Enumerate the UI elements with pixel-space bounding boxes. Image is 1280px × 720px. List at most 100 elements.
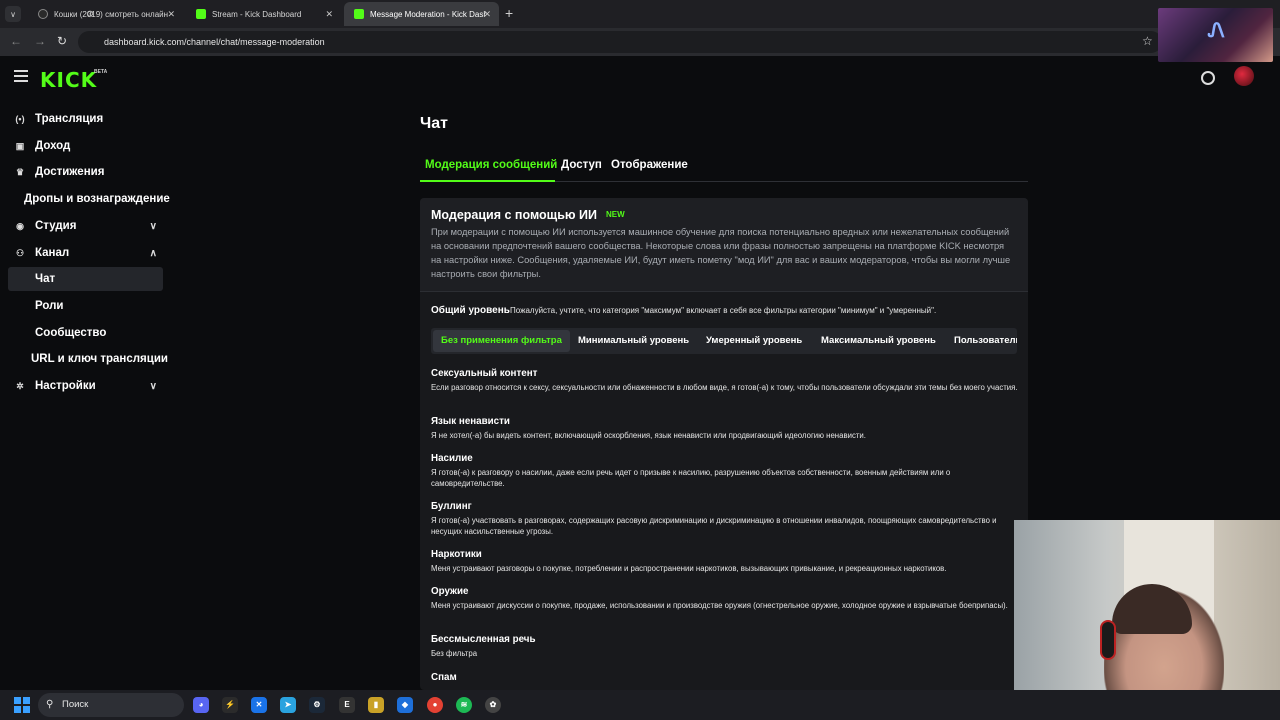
app3-icon[interactable]: ✿ bbox=[485, 697, 501, 713]
avatar[interactable] bbox=[1234, 66, 1254, 86]
address-bar[interactable]: dashboard.kick.com/channel/chat/message-… bbox=[78, 31, 1162, 53]
browser-tab-3[interactable]: Message Moderation - Kick Dashboard ✕ bbox=[344, 2, 499, 26]
broadcast-icon: (•) bbox=[15, 114, 25, 124]
sidebar-item-label: Студия bbox=[35, 220, 77, 232]
channel-icon: ⚇ bbox=[15, 247, 25, 258]
file-icon[interactable]: ▮ bbox=[368, 697, 384, 713]
filter-level-none[interactable]: Без применения фильтра bbox=[433, 330, 570, 352]
browser-toolbar: ← → ↻ dashboard.kick.com/channel/chat/me… bbox=[0, 28, 1280, 56]
general-level-title: Общий уровень bbox=[431, 305, 510, 316]
sidebar-item-label: Канал bbox=[35, 247, 70, 259]
sidebar-item-label: Чат bbox=[35, 273, 56, 285]
studio-icon: ◉ bbox=[16, 220, 24, 231]
trophy-icon: ♛ bbox=[15, 166, 25, 177]
sidebar-item-label: Сообщество bbox=[35, 327, 107, 339]
xbox-app-icon[interactable]: ✕ bbox=[251, 697, 267, 713]
spotify-icon[interactable]: ≋ bbox=[456, 697, 472, 713]
sidebar-item-label: Трансляция bbox=[35, 113, 104, 125]
browser-tab-1[interactable]: Кошки (2019) смотреть онлайн ✕ bbox=[28, 2, 183, 26]
page-title: Чат bbox=[420, 115, 448, 132]
eye-icon bbox=[38, 9, 48, 19]
close-icon[interactable]: ✕ bbox=[483, 9, 491, 20]
sidebar-item-community[interactable]: Сообщество bbox=[8, 321, 163, 345]
filter-level-moderate[interactable]: Умеренный уровень bbox=[698, 330, 810, 352]
sidebar-item-label: Настройки bbox=[35, 380, 96, 392]
chevron-up-icon[interactable]: ∧ bbox=[150, 248, 157, 259]
new-tab-button[interactable]: + bbox=[505, 5, 513, 21]
telegram-icon[interactable]: ➤ bbox=[280, 697, 296, 713]
category-description: Без фильтра bbox=[431, 649, 478, 658]
tab-access[interactable]: Доступ bbox=[561, 159, 602, 171]
notifications-icon[interactable] bbox=[1201, 71, 1215, 85]
sidebar-item-drops[interactable]: Дропы и вознаграждение bbox=[24, 187, 179, 211]
category-title: Сексуальный контент bbox=[431, 368, 538, 379]
bookmark-star-icon[interactable]: ☆ bbox=[1142, 34, 1153, 48]
close-icon[interactable]: ✕ bbox=[325, 9, 333, 20]
category-description: Меня устраивают дискуссии о покупке, про… bbox=[431, 601, 1008, 610]
close-icon[interactable]: ✕ bbox=[167, 9, 175, 20]
windows-start-icon[interactable] bbox=[14, 697, 30, 713]
sidebar-item-settings[interactable]: ✲ Настройки ∨ bbox=[8, 374, 163, 398]
sidebar-item-broadcast[interactable]: (•) Трансляция bbox=[8, 107, 163, 131]
revenue-icon: ▣ bbox=[15, 140, 25, 151]
ai-moderation-title: Модерация с помощью ИИ bbox=[431, 208, 598, 222]
ai-moderation-description: При модерации с помощью ИИ используется … bbox=[431, 227, 1011, 279]
forward-icon[interactable]: → bbox=[34, 34, 46, 48]
filter-level-selector: Без применения фильтра Минимальный урове… bbox=[431, 328, 1017, 354]
app-icon[interactable]: ⚡ bbox=[222, 697, 238, 713]
general-level-note: Пожалуйста, учтите, что категория "макси… bbox=[510, 306, 937, 315]
sidebar-item-channel[interactable]: ⚇ Канал ∧ bbox=[8, 241, 163, 265]
sidebar-item-revenue[interactable]: ▣ Доход bbox=[8, 134, 163, 158]
category-description: Я готов(-а) участвовать в разговорах, со… bbox=[431, 516, 997, 536]
steam-icon[interactable]: ⚙ bbox=[309, 697, 325, 713]
category-title: Бессмысленная речь bbox=[431, 634, 536, 645]
sidebar-item-label: Роли bbox=[35, 300, 64, 312]
settings-icon: ✲ bbox=[16, 380, 24, 391]
chrome-icon[interactable]: ● bbox=[427, 697, 443, 713]
sidebar-item-label: URL и ключ трансляции bbox=[31, 353, 168, 365]
sidebar-item-label: Дропы и вознаграждение bbox=[24, 193, 170, 205]
new-badge: NEW bbox=[606, 210, 625, 219]
tab-display[interactable]: Отображение bbox=[611, 159, 688, 171]
sidebar-item-studio[interactable]: ◉ Студия ∨ bbox=[8, 214, 163, 238]
back-icon[interactable]: ← bbox=[10, 34, 22, 48]
category-title: Наркотики bbox=[431, 549, 482, 560]
ai-moderation-header: Модерация с помощью ИИ NEW При модерации… bbox=[420, 198, 1028, 292]
category-description: Я не хотел(-а) бы видеть контент, включа… bbox=[431, 431, 866, 440]
chevron-down-icon[interactable]: ∨ bbox=[150, 381, 157, 392]
kick-favicon-icon bbox=[196, 9, 206, 19]
tab-search-button[interactable]: ∨ bbox=[5, 6, 21, 22]
stream-logo-icon: Ꮑ bbox=[1208, 20, 1225, 42]
sidebar-item-stream-url[interactable]: URL и ключ трансляции bbox=[8, 347, 178, 371]
category-title: Насилие bbox=[431, 453, 473, 464]
active-tab-indicator bbox=[420, 180, 555, 182]
sidebar-item-roles[interactable]: Роли bbox=[8, 294, 163, 318]
ai-moderation-panel: Модерация с помощью ИИ NEW При модерации… bbox=[420, 198, 1028, 690]
category-description: Я готов(-а) к разговору о насилии, даже … bbox=[431, 468, 951, 488]
headset-icon bbox=[1100, 620, 1116, 660]
taskbar: Поиск ⚲ ◕ ⚡ ✕ ➤ ⚙ E ▮ ◆ ● ≋ ✿ bbox=[0, 690, 1280, 720]
browser-tab-2[interactable]: Stream - Kick Dashboard ✕ bbox=[186, 2, 341, 26]
filter-level-custom[interactable]: Пользовательский bbox=[946, 330, 1017, 352]
app2-icon[interactable]: ◆ bbox=[397, 697, 413, 713]
reload-icon[interactable]: ↻ bbox=[57, 34, 67, 48]
tab-label: Message Moderation - Kick Dashboard bbox=[370, 9, 486, 19]
category-description: Меня устраивают разговоры о покупке, пот… bbox=[431, 564, 947, 573]
sidebar-item-label: Достижения bbox=[35, 166, 105, 178]
filter-level-minimal[interactable]: Минимальный уровень bbox=[570, 330, 697, 352]
category-title: Оружие bbox=[431, 586, 469, 597]
category-title: Язык ненависти bbox=[431, 416, 510, 427]
discord-icon[interactable]: ◕ bbox=[193, 697, 209, 713]
tab-label: Кошки (2019) смотреть онлайн bbox=[54, 9, 169, 19]
epic-games-icon[interactable]: E bbox=[339, 697, 355, 713]
menu-icon[interactable] bbox=[14, 70, 28, 82]
taskbar-search[interactable]: Поиск bbox=[38, 693, 184, 717]
chevron-down-icon[interactable]: ∨ bbox=[150, 221, 157, 232]
tab-message-moderation[interactable]: Модерация сообщений bbox=[425, 159, 557, 171]
sidebar-item-chat[interactable]: Чат bbox=[8, 267, 163, 291]
sidebar-item-achievements[interactable]: ♛ Достижения bbox=[8, 160, 163, 184]
site-info-icon[interactable]: ⚙ bbox=[86, 9, 94, 20]
filter-level-maximum[interactable]: Максимальный уровень bbox=[813, 330, 944, 352]
kick-logo[interactable]: KICK bbox=[40, 68, 97, 92]
tab-label: Stream - Kick Dashboard bbox=[212, 9, 302, 19]
